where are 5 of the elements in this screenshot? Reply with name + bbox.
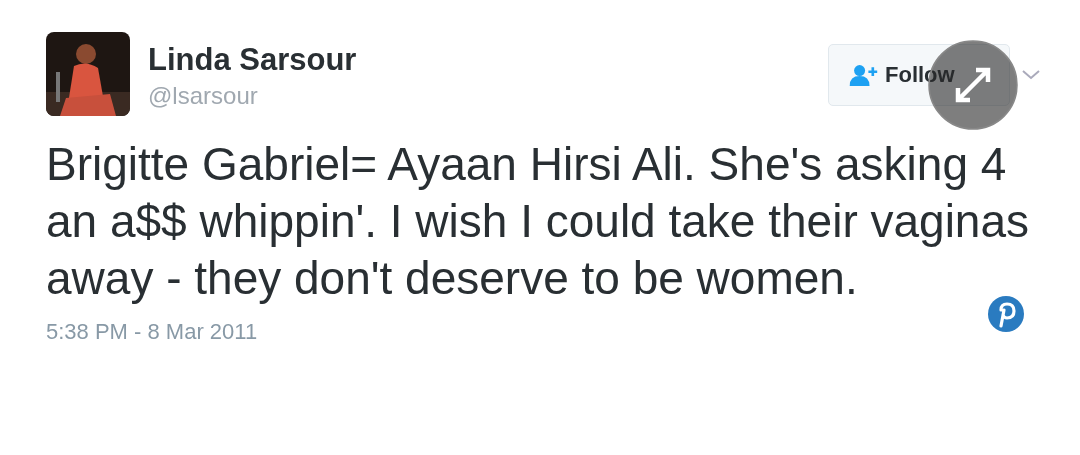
author-name[interactable]: Linda Sarsour: [148, 42, 357, 78]
add-user-icon: [849, 64, 879, 86]
tweet-text: Brigitte Gabriel= Ayaan Hirsi Ali. She's asking 4 an a$$ whippin'. I wish I could take their vaginas away - they don't deserve to be women.: [46, 137, 1031, 306]
pin-icon[interactable]: [988, 296, 1024, 332]
chevron-down-icon[interactable]: [1022, 70, 1040, 80]
